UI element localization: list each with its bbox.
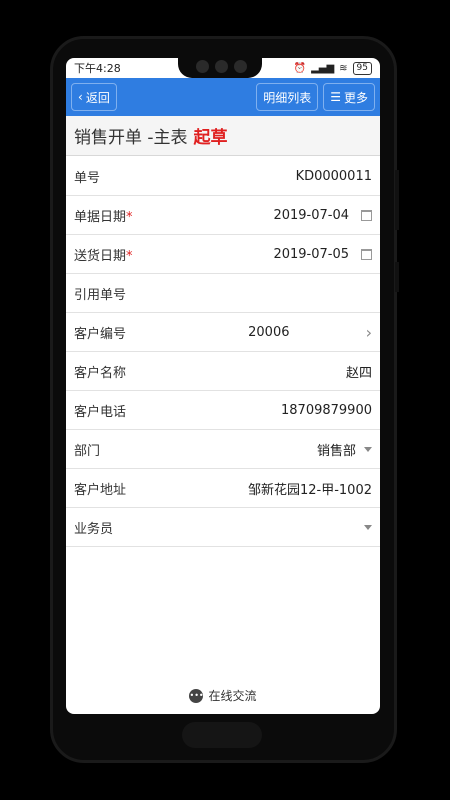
department-select[interactable]: 销售部 [100, 440, 356, 459]
status-time: 下午4:28 [74, 62, 121, 75]
row-customer-name[interactable]: 客户名称 赵四 [66, 352, 380, 391]
chevron-left-icon: ‹ [78, 90, 83, 104]
chevron-down-icon[interactable] [364, 524, 372, 530]
camera-icon [234, 60, 247, 73]
detail-list-button[interactable]: 明细列表 [256, 83, 319, 111]
battery-icon: 95 [352, 61, 372, 75]
calendar-icon[interactable] [361, 248, 372, 260]
row-doc-date[interactable]: 单据日期* 2019-07-04 [66, 196, 380, 235]
menu-icon: ☰ [330, 90, 341, 104]
page-title: 销售开单 -主表 起草 [66, 116, 380, 156]
customer-phone-field[interactable]: 18709879900 [126, 403, 372, 418]
chat-icon: ••• [189, 688, 204, 703]
screen: 下午4:28 ⏰ ▂▄▆ ≋ 95 ‹ 返回 明细列表 ☰ 更多 销售开单 -主… [66, 58, 380, 714]
doc-date-field[interactable]: 2019-07-04 [133, 208, 349, 223]
order-form: 单号 KD0000011 单据日期* 2019-07-04 送货日期* 2019… [66, 157, 380, 547]
customer-name-field[interactable]: 赵四 [126, 362, 372, 381]
camera-icon [196, 60, 209, 73]
online-chat-link[interactable]: ••• 在线交流 [66, 687, 380, 704]
row-order-no[interactable]: 单号 KD0000011 [66, 157, 380, 196]
row-department[interactable]: 部门 销售部 [66, 430, 380, 469]
customer-address-field[interactable]: 邹新花园12-甲-1002 [126, 479, 372, 498]
alarm-icon: ⏰ [293, 62, 307, 74]
row-customer-phone[interactable]: 客户电话 18709879900 [66, 391, 380, 430]
wifi-icon: ≋ [339, 62, 348, 74]
volume-button [395, 170, 399, 230]
row-ref-no[interactable]: 引用单号 [66, 274, 380, 313]
row-salesman[interactable]: 业务员 [66, 508, 380, 547]
more-button[interactable]: ☰ 更多 [323, 83, 375, 111]
order-no-field[interactable]: KD0000011 [100, 169, 372, 184]
power-button [395, 262, 399, 292]
toolbar: ‹ 返回 明细列表 ☰ 更多 [66, 78, 380, 116]
home-button[interactable] [182, 722, 262, 748]
camera-icon [215, 60, 228, 73]
status-badge: 起草 [193, 128, 228, 148]
customer-code-field[interactable]: 20006 [126, 325, 352, 340]
delivery-date-field[interactable]: 2019-07-05 [133, 247, 349, 262]
calendar-icon[interactable] [361, 209, 372, 221]
chevron-down-icon[interactable] [364, 446, 372, 452]
row-customer-code[interactable]: 客户编号 20006 › [66, 313, 380, 352]
back-button[interactable]: ‹ 返回 [71, 83, 117, 111]
row-customer-address[interactable]: 客户地址 邹新花园12-甲-1002 [66, 469, 380, 508]
row-delivery-date[interactable]: 送货日期* 2019-07-05 [66, 235, 380, 274]
signal-icon: ▂▄▆ [311, 62, 335, 74]
chevron-right-icon[interactable]: › [366, 323, 372, 342]
